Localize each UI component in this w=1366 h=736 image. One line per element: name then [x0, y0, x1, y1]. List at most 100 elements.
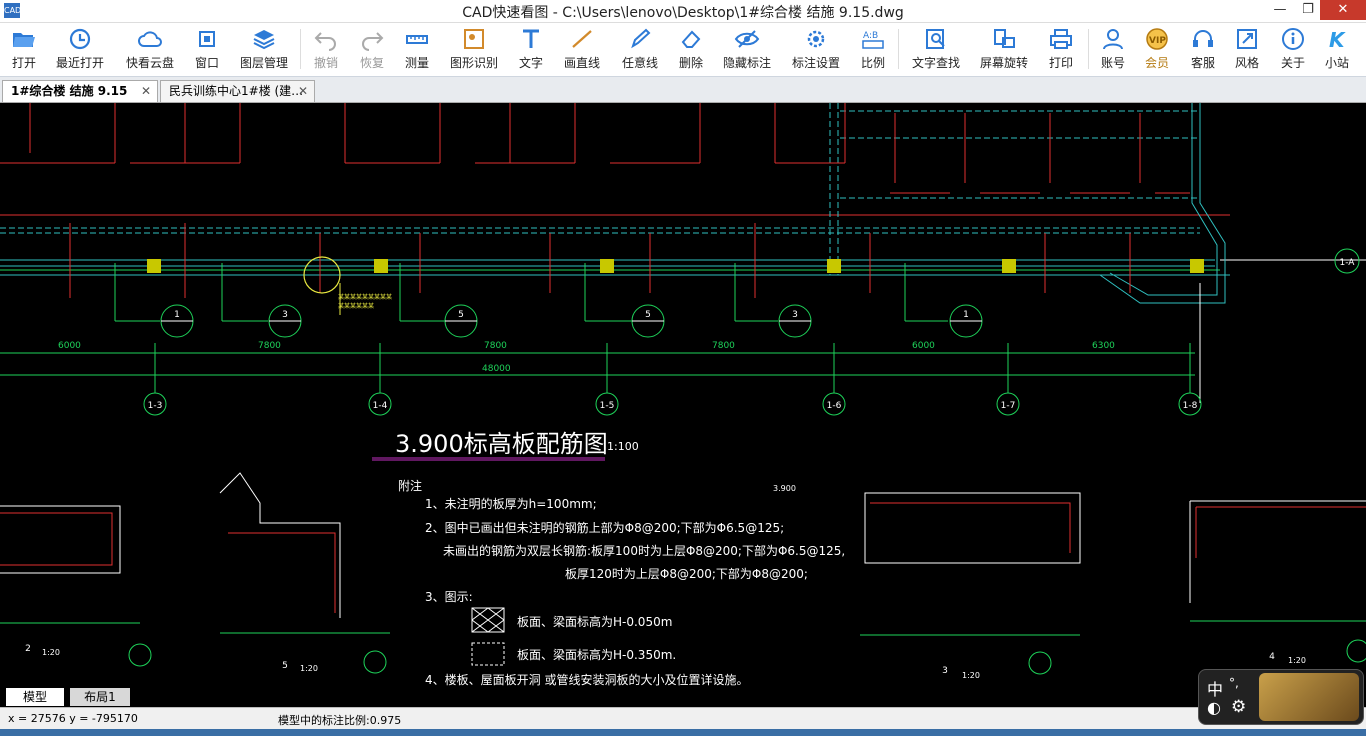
axis-bubble-1-A: 1-A — [1334, 248, 1360, 274]
cad-viewer-app: CAD CAD快速看图 - C:\Users\lenovo\Desktop\1#… — [0, 0, 1366, 736]
toolbar-divider — [898, 29, 899, 69]
detail-number: 3 — [942, 666, 948, 676]
window-button[interactable]: 窗口 — [190, 27, 224, 73]
section-number: 5 — [458, 310, 464, 320]
info-icon — [1282, 28, 1304, 50]
ime-mode-label[interactable]: 中 — [1207, 676, 1223, 700]
vip-button[interactable]: VIP 会员 — [1140, 27, 1174, 73]
detail-scale: 1:20 — [1288, 656, 1306, 665]
layers-icon — [253, 30, 275, 50]
legend-hatch — [471, 607, 505, 633]
redo-button[interactable]: 恢复 — [354, 27, 390, 73]
about-label: 关于 — [1280, 56, 1305, 70]
tab-document-1[interactable]: 1#综合楼 结施 9.15 ✕ — [2, 80, 158, 102]
tab-document-2[interactable]: 民兵训练中心1#楼 (建… ✕ — [160, 80, 315, 102]
account-button[interactable]: 账号 — [1096, 27, 1130, 73]
user-icon — [1103, 29, 1123, 50]
undo-button[interactable]: 撤销 — [308, 27, 344, 73]
close-button[interactable]: ✕ — [1320, 0, 1366, 20]
cloud-icon — [138, 31, 162, 47]
tab-model[interactable]: 模型 — [6, 688, 64, 706]
screen-rotate-button[interactable]: 屏幕旋转 — [976, 27, 1032, 73]
cad-drawing: 6000 7800 7800 7800 6000 6300 48000 1-3 … — [0, 103, 1366, 687]
draw-line-button[interactable]: 画直线 — [560, 27, 604, 73]
about-button[interactable]: 关于 — [1276, 27, 1310, 73]
detail-scale: 1:20 — [300, 664, 318, 673]
note-line: 4、楼板、屋面板开洞 或管线安装洞板的大小及位置详设施。 — [425, 672, 748, 687]
folder-open-icon — [13, 33, 35, 47]
yellow-annotation: 某某某某某某 — [338, 303, 374, 310]
axis-bubble-1-5: 1-5 — [595, 392, 619, 416]
recent-open-button[interactable]: 最近打开 — [52, 27, 108, 73]
detail-mark-circle — [128, 643, 152, 667]
note-line: 2、图中已画出但未注明的钢筋上部为Φ8@200;下部为Φ6.5@125; — [425, 520, 784, 535]
freehand-button[interactable]: 任意线 — [618, 27, 662, 73]
detail-scale: 1:20 — [962, 671, 980, 680]
detail-mark-circle — [363, 650, 387, 674]
minimize-button[interactable]: — — [1266, 0, 1294, 20]
tab-layout1[interactable]: 布局1 — [70, 688, 130, 706]
column-marker — [600, 259, 614, 273]
measure-icon — [406, 35, 428, 44]
text-icon — [523, 29, 539, 48]
open-button[interactable]: 打开 — [4, 27, 44, 73]
annotation-scale-status: 模型中的标注比例:0.975 — [278, 714, 402, 727]
draw-line-label: 画直线 — [563, 56, 600, 70]
window-label: 窗口 — [194, 56, 219, 70]
print-button[interactable]: 打印 — [1044, 27, 1078, 73]
vip-icon: VIP — [1146, 28, 1168, 50]
note-line: 板厚120时为上层Φ8@200;下部为Φ8@200; — [565, 566, 808, 581]
tab-close-icon[interactable]: ✕ — [141, 81, 151, 102]
style-icon — [1237, 29, 1257, 49]
detail-rebar — [1195, 506, 1366, 558]
shape-recognize-icon — [464, 29, 484, 49]
shape-recognize-label: 图形识别 — [449, 56, 498, 70]
moon-icon[interactable]: ◐ — [1207, 698, 1221, 717]
detail-number: 5 — [282, 661, 288, 671]
yellow-annotation: 某某某某某某某某某 — [338, 294, 392, 301]
column-marker — [1002, 259, 1016, 273]
eraser-icon — [681, 30, 701, 48]
detail-rebar — [0, 512, 113, 566]
detail-scale: 1:20 — [42, 648, 60, 657]
measure-button[interactable]: 测量 — [400, 27, 434, 73]
tab-label: 1#综合楼 结施 9.15 — [11, 84, 128, 98]
text-search-button[interactable]: 文字查找 — [908, 27, 964, 73]
screen-rotate-label: 屏幕旋转 — [979, 56, 1028, 70]
span-dimension: 6000 — [58, 341, 81, 351]
drawing-canvas[interactable]: 6000 7800 7800 7800 6000 6300 48000 1-3 … — [0, 103, 1366, 687]
cloud-disk-label: 快看云盘 — [125, 56, 174, 70]
hide-annotation-button[interactable]: 隐藏标注 — [720, 27, 774, 73]
customer-service-button[interactable]: 客服 — [1186, 27, 1220, 73]
detail-outline — [1189, 500, 1366, 603]
section-mark: 1 — [160, 304, 194, 338]
annotation-settings-label: 标注设置 — [791, 56, 840, 70]
annotation-settings-button[interactable]: 标注设置 — [788, 27, 844, 73]
shape-recognize-button[interactable]: 图形识别 — [446, 27, 502, 73]
drawing-title: 3.900标高板配筋图 — [395, 430, 608, 458]
layer-manager-button[interactable]: 图层管理 — [236, 27, 292, 73]
column-marker — [827, 259, 841, 273]
scale-button[interactable]: A:B 比例 — [856, 27, 890, 73]
section-mark: 5 — [444, 304, 478, 338]
axis-label: 1-5 — [600, 401, 615, 411]
delete-button[interactable]: 删除 — [674, 27, 708, 73]
text-button[interactable]: 文字 — [514, 27, 548, 73]
column-marker — [1190, 259, 1204, 273]
text-search-label: 文字查找 — [911, 56, 960, 70]
gear-icon[interactable]: ⚙ — [1231, 697, 1246, 717]
style-label: 风格 — [1234, 56, 1259, 70]
cloud-disk-button[interactable]: 快看云盘 — [122, 27, 178, 73]
total-dimension: 48000 — [482, 364, 511, 374]
punctuation-icon[interactable]: °, — [1229, 676, 1239, 690]
ime-floating-widget[interactable]: 中 °, ◐ ⚙ — [1198, 669, 1364, 725]
restore-button[interactable]: ❐ — [1294, 0, 1322, 20]
axis-label: 1-4 — [373, 401, 388, 411]
section-mark: 1 — [949, 304, 983, 338]
section-mark: 3 — [268, 304, 302, 338]
layer-manager-label: 图层管理 — [239, 56, 288, 70]
mini-site-button[interactable]: K 小站 — [1320, 27, 1354, 73]
style-button[interactable]: 风格 — [1230, 27, 1264, 73]
section-number: 1 — [174, 310, 180, 320]
tab-close-icon[interactable]: ✕ — [298, 81, 308, 102]
